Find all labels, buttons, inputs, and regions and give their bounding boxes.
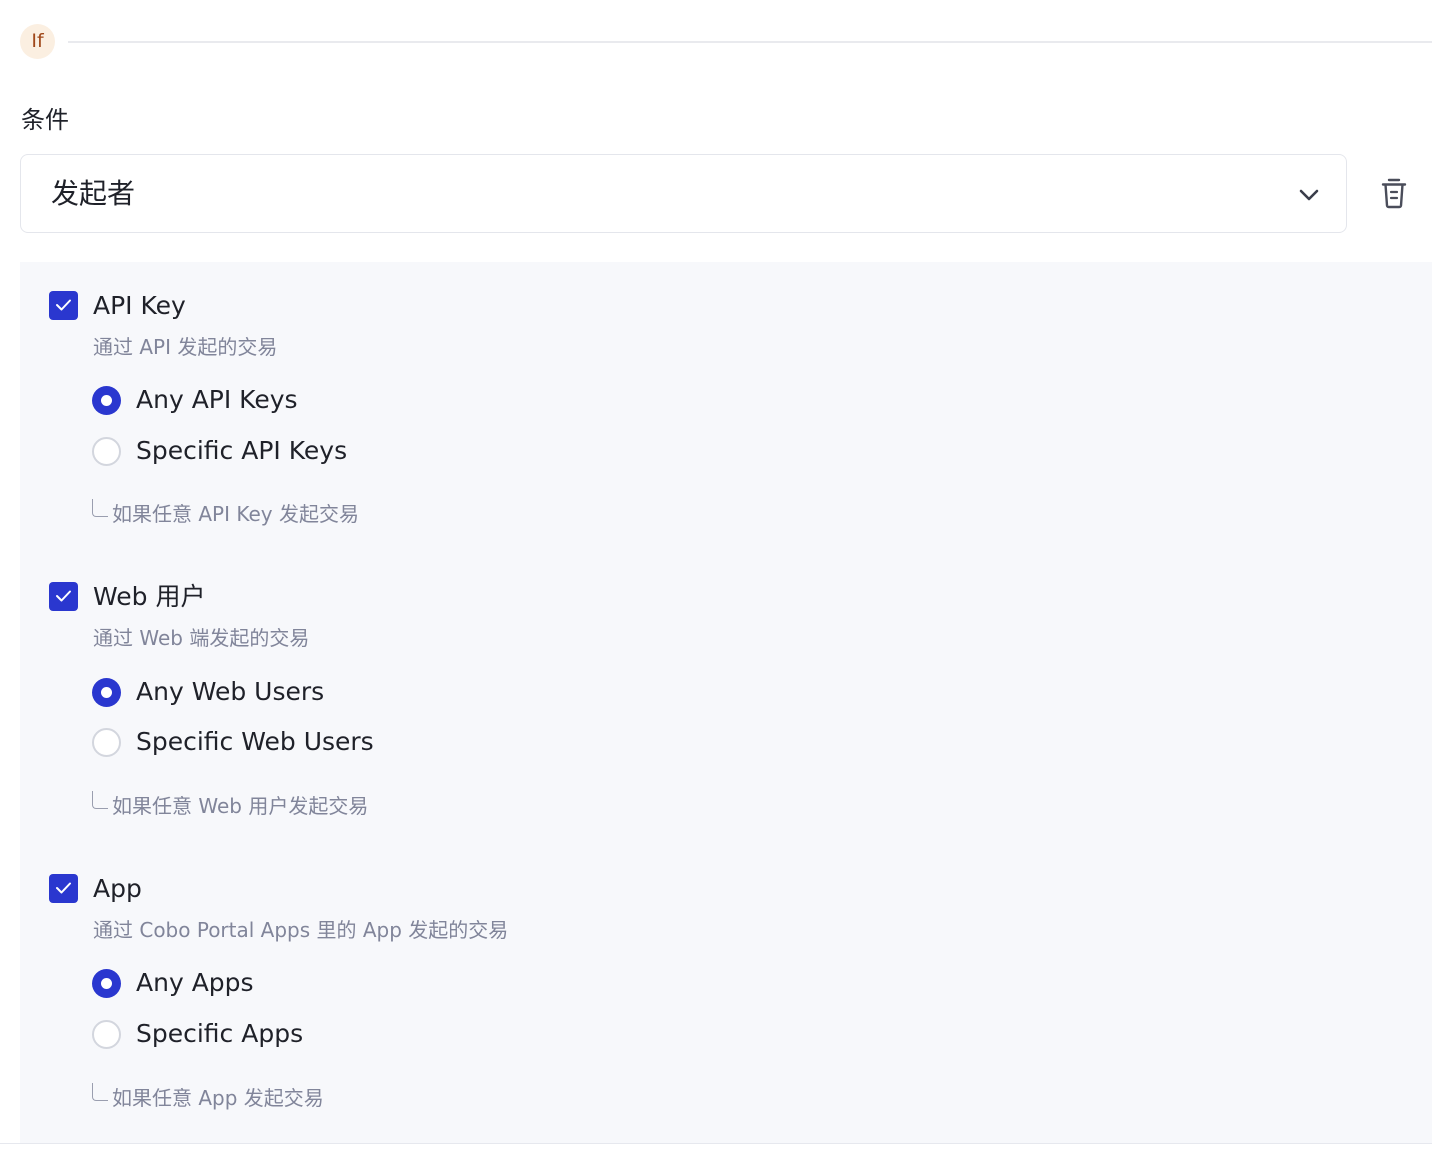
chevron-down-icon	[1299, 189, 1319, 201]
header-divider	[68, 41, 1432, 43]
radio-label: Specific API Keys	[136, 436, 348, 465]
hint-api-key: 如果任意 API Key 发起交易	[92, 499, 892, 529]
tree-connector-icon	[92, 791, 108, 809]
if-header: If	[20, 24, 1432, 60]
condition-select[interactable]: 发起者	[20, 154, 1347, 233]
bottom-divider	[0, 1143, 1432, 1144]
group-title: Web 用户	[93, 582, 206, 611]
trash-icon[interactable]	[1378, 176, 1410, 210]
radio-label: Specific Web Users	[136, 727, 374, 756]
radio-any-api-keys[interactable]: Any API Keys	[92, 383, 692, 417]
radio-specific-web-users[interactable]: Specific Web Users	[92, 725, 692, 759]
radio-button-selected[interactable]	[92, 969, 121, 998]
radio-specific-api-keys[interactable]: Specific API Keys	[92, 434, 692, 468]
checkbox-api-key[interactable]	[49, 291, 78, 320]
hint-app: 如果任意 App 发起交易	[92, 1083, 892, 1113]
group-title: API Key	[93, 291, 186, 320]
tree-connector-icon	[92, 1083, 108, 1101]
radio-button[interactable]	[92, 728, 121, 757]
checkmark-icon	[56, 590, 71, 602]
hint-text: 如果任意 API Key 发起交易	[112, 502, 359, 526]
group-description: 通过 API 发起的交易	[93, 335, 278, 359]
condition-label: 条件	[21, 106, 69, 134]
originator-options-panel: API Key 通过 API 发起的交易 Any API Keys Specif…	[20, 262, 1432, 1143]
group-description: 通过 Cobo Portal Apps 里的 App 发起的交易	[93, 918, 509, 942]
if-badge: If	[20, 24, 55, 59]
checkbox-web-user[interactable]	[49, 582, 78, 611]
checkmark-icon	[56, 299, 71, 311]
condition-select-value: 发起者	[51, 177, 136, 210]
radio-any-apps[interactable]: Any Apps	[92, 966, 692, 1000]
hint-web-user: 如果任意 Web 用户发起交易	[92, 791, 892, 821]
hint-text: 如果任意 App 发起交易	[112, 1086, 324, 1110]
radio-label: Any API Keys	[136, 385, 298, 414]
radio-button-selected[interactable]	[92, 678, 121, 707]
radio-button[interactable]	[92, 1020, 121, 1049]
hint-text: 如果任意 Web 用户发起交易	[112, 794, 369, 818]
radio-any-web-users[interactable]: Any Web Users	[92, 675, 692, 709]
tree-connector-icon	[92, 499, 108, 517]
checkmark-icon	[56, 882, 71, 894]
checkbox-app[interactable]	[49, 874, 78, 903]
group-title: App	[93, 874, 142, 903]
radio-specific-apps[interactable]: Specific Apps	[92, 1017, 692, 1051]
radio-label: Any Web Users	[136, 677, 325, 706]
radio-button[interactable]	[92, 437, 121, 466]
group-description: 通过 Web 端发起的交易	[93, 626, 310, 650]
radio-label: Any Apps	[136, 968, 254, 997]
radio-label: Specific Apps	[136, 1019, 304, 1048]
radio-button-selected[interactable]	[92, 386, 121, 415]
